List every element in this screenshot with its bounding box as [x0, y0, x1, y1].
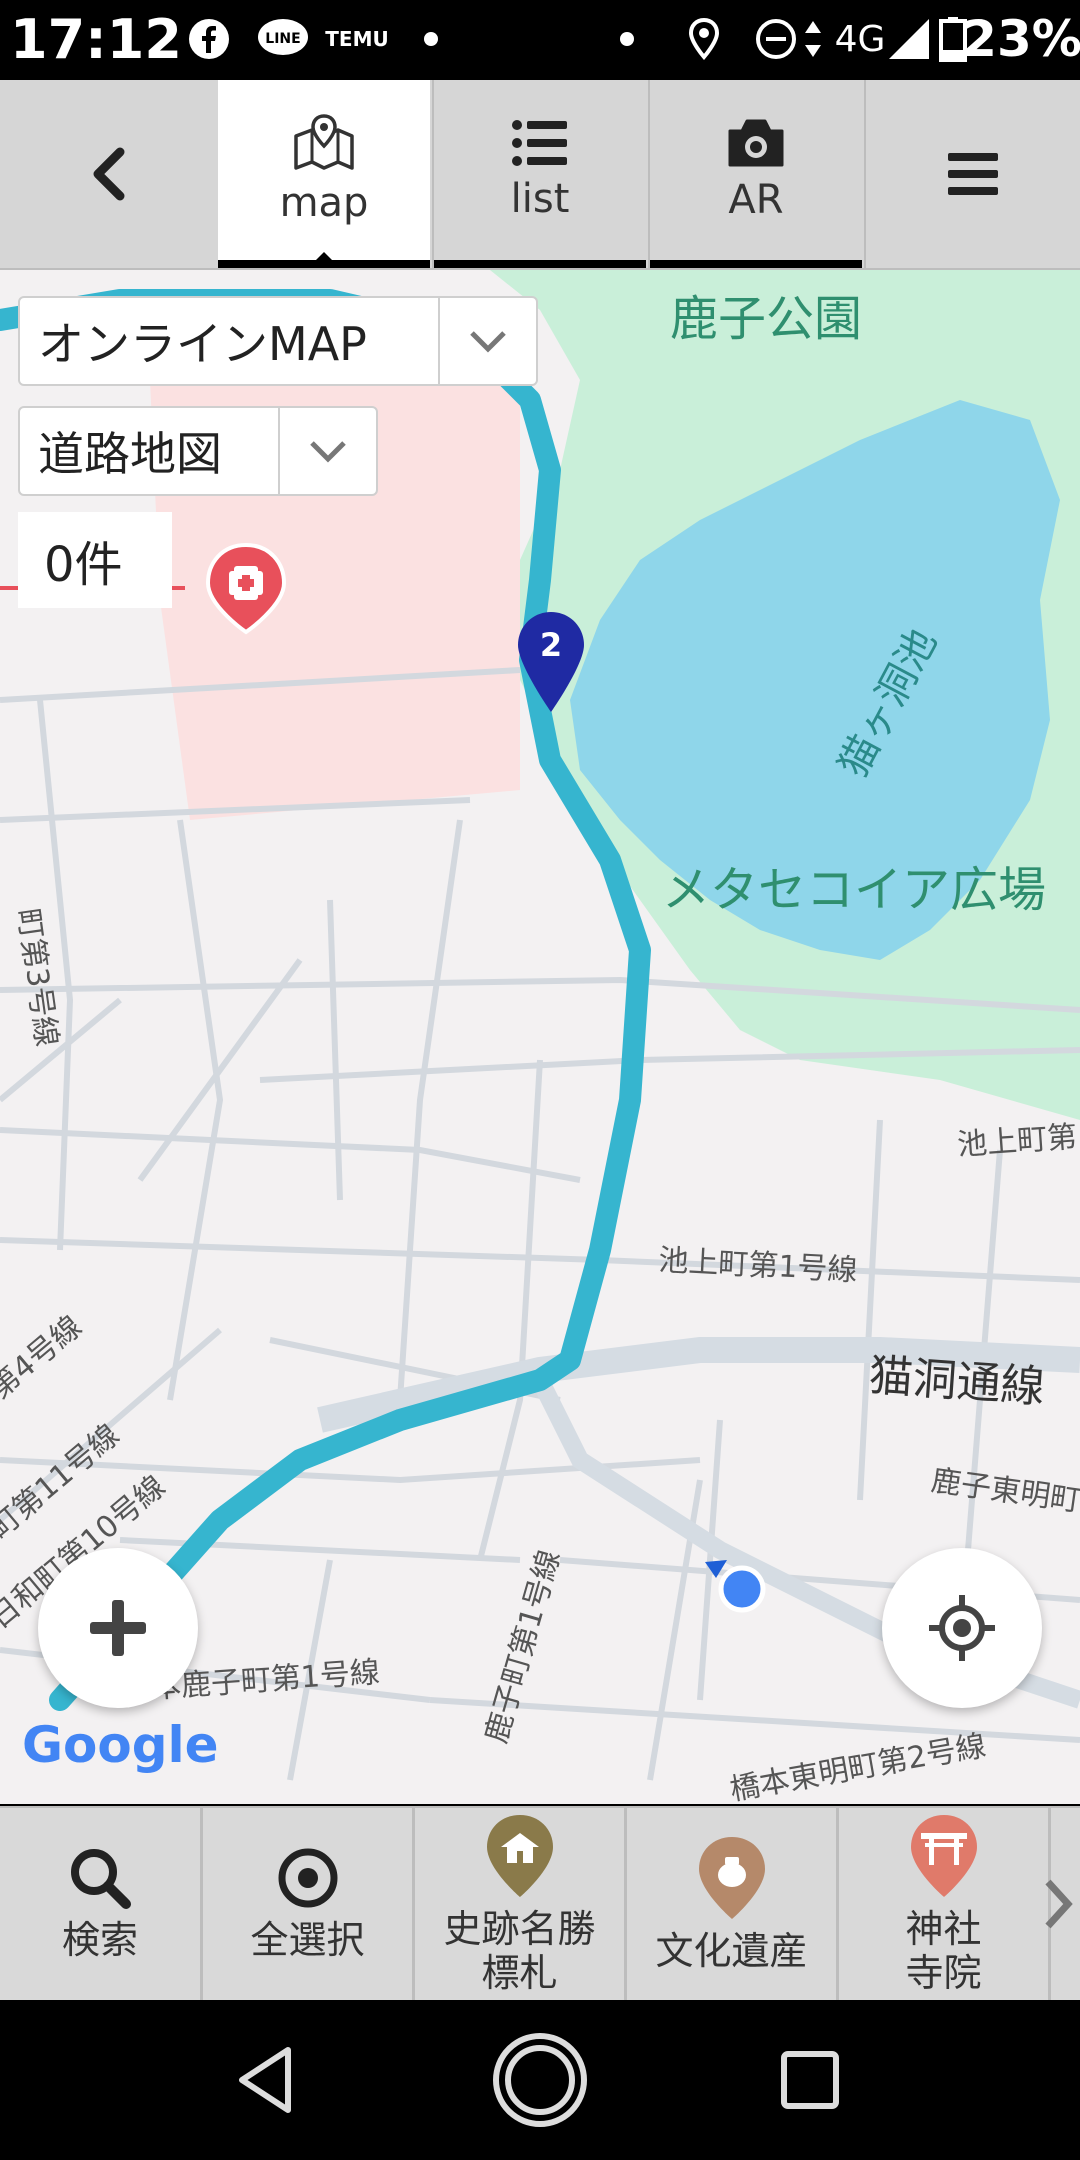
map-label-kanoko-higashi: 鹿子東明町 [929, 1463, 1080, 1519]
top-tab-bar: map list AR [0, 80, 1080, 270]
tab-list-label: list [510, 176, 570, 222]
chevron-right-icon [1045, 1879, 1073, 1929]
map-type-value: 道路地図 [38, 427, 222, 481]
map-label-ikegami-partial: 池上町第 [956, 1120, 1078, 1163]
map-source-value: オンラインMAP [38, 317, 367, 371]
tab-ar-label: AR [728, 177, 784, 223]
facebook-icon [186, 16, 232, 62]
chevron-down-icon [438, 298, 536, 384]
my-location-button[interactable] [882, 1548, 1042, 1708]
search-icon [71, 1849, 131, 1909]
active-tab-caret [308, 252, 340, 268]
dot-icon [420, 16, 442, 62]
map-source-select[interactable]: オンラインMAP [18, 296, 538, 386]
camera-icon [728, 119, 784, 167]
line-icon: LINE [256, 16, 310, 62]
svg-text:LINE: LINE [265, 31, 300, 47]
map-label-hashimoto-higashi2: 橋本東明町第2号線 [727, 1728, 988, 1804]
google-logo: Google [22, 1716, 219, 1774]
zoom-in-button[interactable] [38, 1548, 198, 1708]
tab-list[interactable]: list [434, 80, 646, 268]
map-icon [294, 114, 354, 170]
shrine-icon [910, 1815, 977, 1897]
plus-icon [90, 1600, 146, 1656]
map-label-route3: 町第3号線 [10, 906, 64, 1049]
nav-recents-button[interactable] [770, 2040, 850, 2120]
historic-site-icon [486, 1815, 553, 1897]
status-time: 17:12 [10, 8, 182, 71]
system-nav-bar [0, 2000, 1080, 2160]
home-circle-icon [493, 2033, 587, 2127]
category-bar: 検索 全選択 史跡名勝 標札 文化遺産 神社 寺院 [0, 1806, 1080, 2000]
hamburger-menu-icon [948, 153, 998, 195]
battery-percent: 23% [962, 10, 1080, 68]
locate-icon [929, 1595, 995, 1661]
location-icon [686, 16, 722, 62]
map-label-route4: 第4号線 [0, 1309, 89, 1406]
network-type: 4G [834, 18, 886, 60]
tab-map[interactable]: map [218, 80, 430, 268]
list-icon [512, 120, 567, 166]
temu-icon: TEMU [325, 27, 389, 51]
chevron-down-icon [278, 408, 376, 494]
signal-icon [886, 16, 932, 62]
category-historic-sites[interactable]: 史跡名勝 標札 [415, 1808, 624, 2000]
shrines-temples-label: 神社 寺院 [905, 1907, 982, 1995]
status-bar: 17:12 LINE TEMU 4G 23% [0, 0, 1080, 80]
category-shrines-temples[interactable]: 神社 寺院 [839, 1808, 1048, 2000]
map-label-kanoko1: 鹿子町第1号線 [479, 1546, 568, 1747]
map-label-park: 鹿子公園 [670, 291, 862, 347]
dot-icon [616, 16, 638, 62]
data-arrows-icon [802, 16, 824, 62]
tab-map-label: map [279, 180, 369, 226]
triangle-back-icon [239, 2047, 291, 2113]
historic-sites-label: 史跡名勝 標札 [443, 1907, 596, 1995]
search-label: 検索 [61, 1918, 138, 1962]
dnd-icon [754, 16, 798, 62]
target-icon [278, 1848, 337, 1908]
result-count: 0件 [18, 512, 172, 608]
select-all-label: 全選択 [250, 1918, 365, 1962]
chevron-left-icon [93, 147, 125, 201]
menu-button[interactable] [866, 80, 1080, 268]
select-all-button[interactable]: 全選択 [203, 1808, 412, 2000]
map-view[interactable]: 2 鹿子公園 猫ヶ洞池 メタセコイア広場 猫洞通線 池上町第1号線 池上町第 鹿… [0, 270, 1080, 1804]
nav-back-button[interactable] [220, 2040, 310, 2120]
tab-ar[interactable]: AR [650, 80, 862, 268]
map-label-avenue: 猫洞通線 [867, 1350, 1046, 1413]
cultural-heritage-label: 文化遺産 [655, 1929, 808, 1973]
map-label-ikegami1: 池上町第1号線 [658, 1243, 859, 1288]
back-button[interactable] [0, 80, 216, 268]
marker-number: 2 [540, 626, 562, 664]
square-recents-icon [781, 2051, 839, 2109]
category-cultural-heritage[interactable]: 文化遺産 [627, 1808, 836, 2000]
nav-home-button[interactable] [490, 2030, 590, 2130]
cultural-heritage-icon [698, 1837, 765, 1919]
scroll-right-button[interactable] [1036, 1868, 1080, 1940]
search-button[interactable]: 検索 [0, 1808, 200, 2000]
map-type-select[interactable]: 道路地図 [18, 406, 378, 496]
map-label-plaza: メタセコイア広場 [662, 862, 1046, 918]
